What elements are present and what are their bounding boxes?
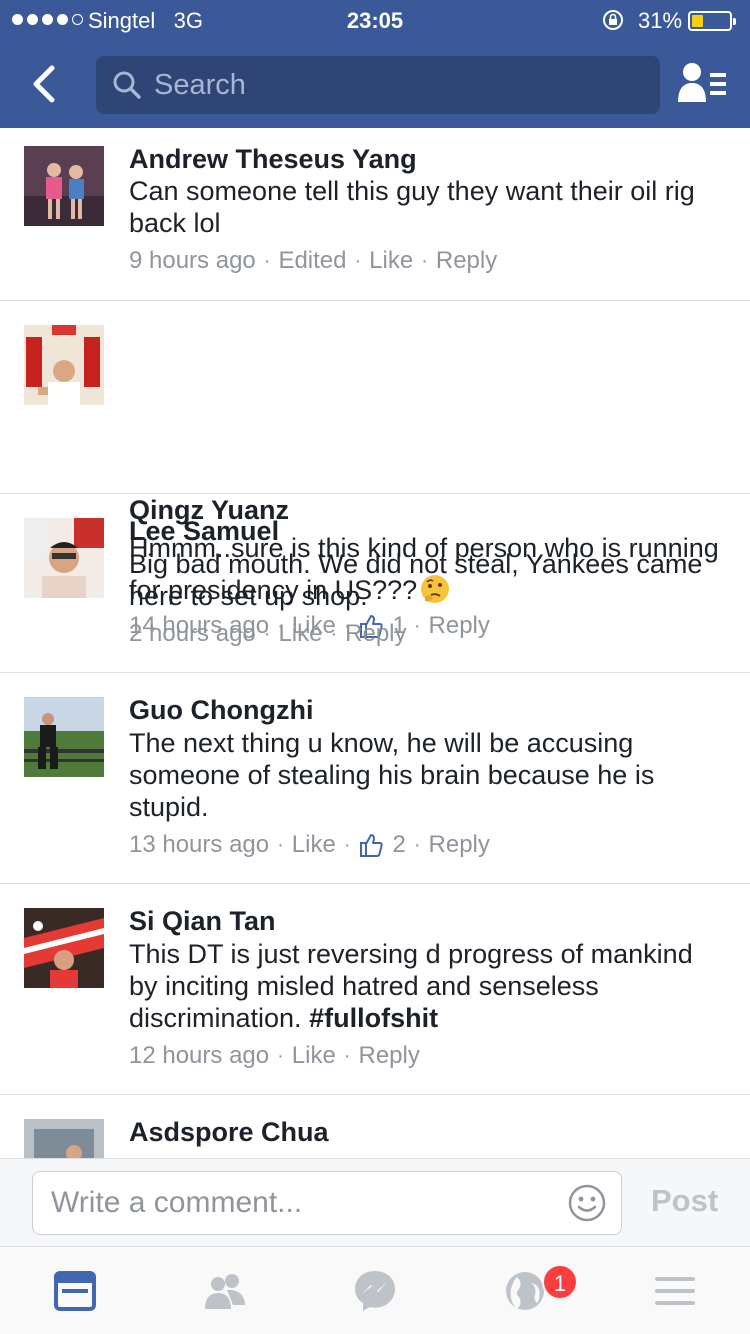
comment-input-placeholder: Write a comment... (51, 1186, 303, 1219)
like-button[interactable]: Like (292, 1042, 336, 1070)
avatar[interactable] (24, 146, 104, 226)
sticker-smiley-icon[interactable] (567, 1183, 607, 1223)
edited-label[interactable]: Edited (278, 247, 346, 275)
comment-author[interactable]: Si Qian Tan (129, 906, 276, 937)
comment-text: Can someone tell this guy they want thei… (129, 176, 695, 238)
news-feed-icon[interactable] (51, 1267, 99, 1315)
comment-author[interactable]: Guo Chongzhi (129, 695, 313, 726)
friend-requests-icon[interactable] (201, 1267, 249, 1315)
avatar[interactable] (24, 697, 104, 777)
comment-composer: Write a comment... Post (0, 1158, 750, 1246)
rotation-lock-icon (603, 10, 623, 30)
avatar[interactable] (24, 325, 104, 405)
comment-meta: 9 hours ago · Edited · Like · Reply (129, 247, 498, 275)
search-placeholder: Search (154, 69, 246, 101)
comment-time[interactable]: 9 hours ago (129, 247, 256, 275)
comment-author[interactable]: Asdspore Chua (129, 1117, 329, 1148)
top-bar: Singtel 3G 23:05 31% Search (0, 0, 750, 128)
comment-time[interactable]: 12 hours ago (129, 1042, 269, 1070)
comment-time[interactable]: 2 hours ago (129, 620, 256, 648)
comment-item: Asdspore Chua (0, 1095, 750, 1158)
notification-badge: 1 (542, 1264, 578, 1300)
comment-author[interactable]: Andrew Theseus Yang (129, 144, 417, 175)
post-button[interactable]: Post (651, 1183, 718, 1219)
status-bar: Singtel 3G 23:05 31% (0, 0, 750, 40)
like-button[interactable]: Like (278, 620, 322, 648)
comment-item: Si Qian Tan This DT is just reversing d … (0, 884, 750, 1095)
battery-level-fill (692, 15, 703, 27)
messenger-icon[interactable] (351, 1267, 399, 1315)
comment-author[interactable]: Lee Samuel (129, 516, 279, 547)
battery-percent: 31% (638, 8, 683, 33)
comment-text: The next thing u know, he will be accusi… (129, 728, 655, 822)
comment-text: Big bad mouth. We did not steal, Yankees… (129, 549, 703, 611)
avatar[interactable] (24, 1119, 104, 1158)
reply-button[interactable]: Reply (429, 831, 490, 859)
like-button[interactable]: Like (292, 831, 336, 859)
like-button[interactable]: Like (369, 247, 413, 275)
reply-button[interactable]: Reply (358, 1042, 419, 1070)
comment-item: Andrew Theseus Yang Can someone tell thi… (0, 128, 750, 301)
avatar[interactable] (24, 908, 104, 988)
comment-text: This DT is just reversing d progress of … (129, 939, 693, 1033)
reply-button[interactable]: Reply (436, 247, 497, 275)
search-icon (113, 71, 141, 99)
search-input[interactable]: Search (96, 56, 660, 114)
notifications-globe-icon[interactable] (501, 1267, 549, 1315)
comment-item: Qingz Yuanz Hmmm..sure is this kind of p… (0, 301, 750, 639)
comment-meta: 2 hours ago · Like · Reply (129, 620, 407, 648)
back-arrow-icon[interactable] (22, 56, 66, 112)
comment-item: Guo Chongzhi The next thing u know, he w… (0, 673, 750, 884)
comment-meta: 13 hours ago · Like · 2 · Reply (129, 831, 490, 859)
comment-meta: 12 hours ago · Like · Reply (129, 1042, 420, 1070)
battery-icon (688, 11, 736, 31)
tab-bar (0, 1246, 750, 1334)
comment-item: Lee Samuel Big bad mouth. We did not ste… (0, 494, 750, 673)
reply-button[interactable]: Reply (345, 620, 406, 648)
thumbs-up-icon (360, 834, 384, 857)
avatar[interactable] (24, 518, 104, 598)
menu-hamburger-icon[interactable] (651, 1267, 699, 1315)
comment-list[interactable]: Andrew Theseus Yang Can someone tell thi… (0, 128, 750, 1158)
hashtag-link[interactable]: #fullofshit (309, 1003, 438, 1033)
like-count[interactable]: 2 (392, 831, 405, 859)
friend-list-icon[interactable] (676, 60, 730, 108)
comment-input[interactable]: Write a comment... (32, 1171, 622, 1235)
comment-time[interactable]: 13 hours ago (129, 831, 269, 859)
